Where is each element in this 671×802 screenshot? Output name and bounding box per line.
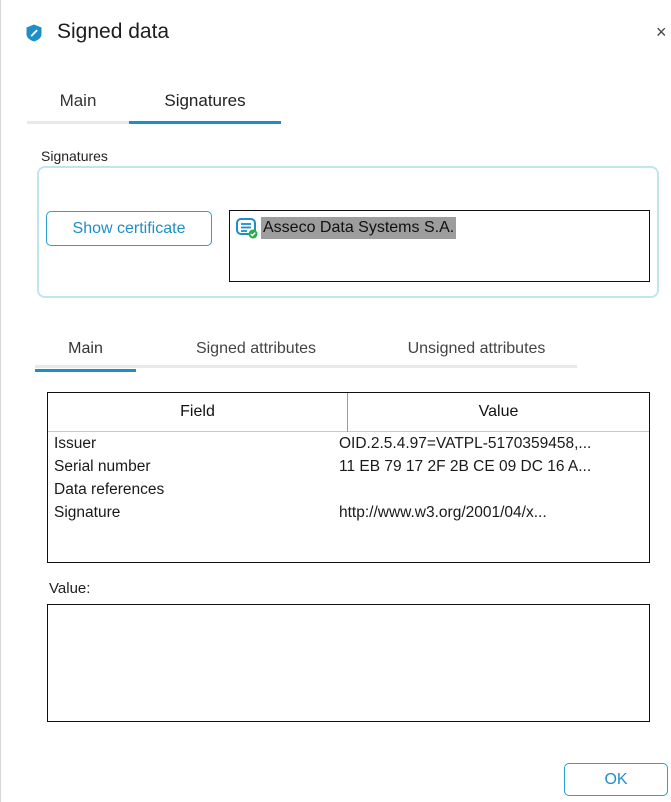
- top-tab-bar: Main Signatures: [27, 86, 281, 124]
- tab-unsigned-attributes-label: Unsigned attributes: [407, 340, 546, 357]
- tab-main[interactable]: Main: [27, 86, 129, 124]
- value-textbox[interactable]: [47, 604, 650, 722]
- signatures-section-label: Signatures: [41, 148, 108, 164]
- column-header-value[interactable]: Value: [348, 393, 649, 432]
- tab-detail-main-label: Main: [68, 340, 103, 357]
- table-header: Field Value: [48, 393, 649, 432]
- signature-list-item[interactable]: Asseco Data Systems S.A.: [236, 217, 457, 239]
- detail-tab-bar: Main Signed attributes Unsigned attribut…: [35, 334, 577, 372]
- table-row[interactable]: Serial number 11 EB 79 17 2F 2B CE 09 DC…: [48, 456, 649, 479]
- show-certificate-button[interactable]: Show certificate: [46, 211, 212, 246]
- tab-detail-main[interactable]: Main: [35, 334, 136, 372]
- row-field: Signature: [54, 504, 121, 521]
- table-row[interactable]: Issuer OID.2.5.4.97=VATPL-5170359458,...: [48, 433, 649, 456]
- row-field: Issuer: [54, 435, 97, 452]
- signature-name: Asseco Data Systems S.A.: [261, 217, 457, 239]
- row-field: Serial number: [54, 458, 151, 475]
- ok-button[interactable]: OK: [564, 763, 668, 796]
- table-row[interactable]: Signature http://www.w3.org/2001/04/x...: [48, 502, 649, 525]
- tab-main-label: Main: [59, 91, 97, 110]
- row-field: Data references: [54, 481, 165, 498]
- tab-signed-attributes-label: Signed attributes: [195, 340, 317, 357]
- app-shield-icon: [25, 24, 43, 42]
- signed-data-dialog: Signed data × Main Signatures Signatures…: [0, 0, 671, 802]
- signed-document-icon: [236, 217, 258, 239]
- signatures-list[interactable]: Asseco Data Systems S.A.: [229, 210, 650, 282]
- close-icon[interactable]: ×: [656, 20, 671, 44]
- column-header-field[interactable]: Field: [48, 393, 348, 432]
- tab-unsigned-attributes[interactable]: Unsigned attributes: [376, 334, 577, 372]
- tab-signatures-label: Signatures: [164, 91, 246, 110]
- table-body: Issuer OID.2.5.4.97=VATPL-5170359458,...…: [48, 433, 649, 525]
- tab-signed-attributes[interactable]: Signed attributes: [136, 334, 376, 372]
- value-label: Value:: [49, 580, 91, 597]
- row-value: OID.2.5.4.97=VATPL-5170359458,...: [339, 435, 592, 452]
- attributes-table[interactable]: Field Value Issuer OID.2.5.4.97=VATPL-51…: [47, 392, 650, 563]
- row-value: http://www.w3.org/2001/04/x...: [339, 504, 547, 521]
- tab-signatures[interactable]: Signatures: [129, 86, 281, 124]
- table-row[interactable]: Data references: [48, 479, 649, 502]
- title-bar: Signed data ×: [1, 0, 671, 64]
- dialog-title: Signed data: [57, 20, 170, 43]
- row-value: 11 EB 79 17 2F 2B CE 09 DC 16 A...: [339, 458, 592, 475]
